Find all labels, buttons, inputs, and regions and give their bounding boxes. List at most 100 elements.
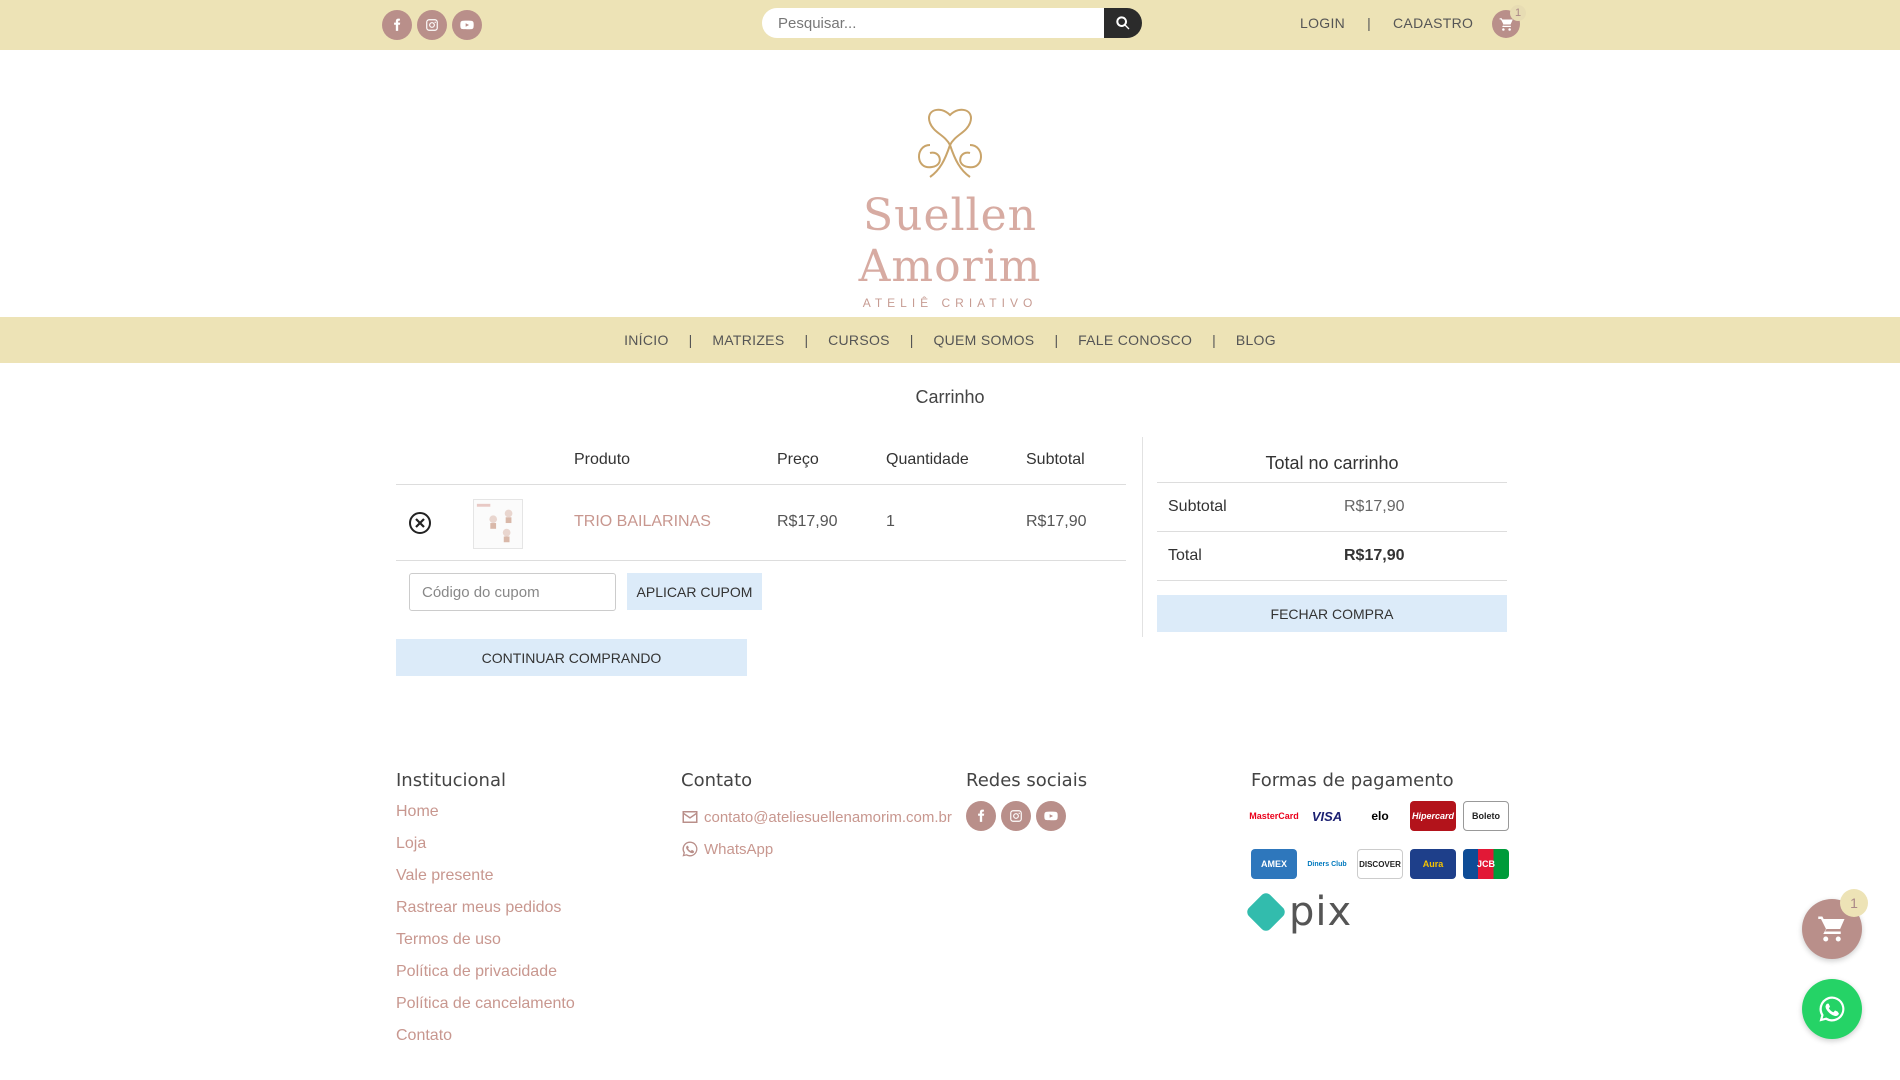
product-quantity[interactable]: 1 [886, 513, 895, 531]
product-subtotal: R$17,90 [1026, 513, 1087, 530]
column-divider [1142, 437, 1143, 637]
header-cart-count: 1 [1510, 5, 1526, 21]
cart-icon [1818, 916, 1845, 942]
header-cart-button[interactable]: 1 [1492, 5, 1526, 38]
footer-link-cancelamento[interactable]: Política de cancelamento [396, 993, 575, 1025]
contact-email-text: contato@ateliesuellenamorim.com.br [704, 808, 952, 826]
brand-name: Suellen Amorim [858, 190, 1042, 292]
visa-icon: VISA [1304, 801, 1350, 831]
footer-contact-title: Contato [681, 770, 753, 791]
header-social-links [382, 10, 482, 40]
facebook-icon[interactable] [966, 801, 996, 831]
floating-cart-count: 1 [1840, 889, 1868, 917]
brand-logo[interactable]: Suellen Amorim ATELIÊ CRIATIVO [780, 105, 1120, 310]
facebook-icon[interactable] [382, 10, 412, 40]
monogram-icon [918, 108, 982, 178]
login-link[interactable]: LOGIN [1300, 15, 1345, 31]
nav-separator: | [1212, 332, 1216, 348]
footer-payments: Formas de pagamento MasterCard VISA elo … [1244, 770, 1511, 935]
footer-link-vale-presente[interactable]: Vale presente [396, 865, 575, 897]
checkout-button[interactable]: FECHAR COMPRA [1157, 595, 1507, 632]
footer-link-contato[interactable]: Contato [396, 1025, 575, 1057]
footer-link-termos[interactable]: Termos de uso [396, 929, 575, 961]
register-link[interactable]: CADASTRO [1393, 15, 1473, 31]
instagram-icon[interactable] [417, 10, 447, 40]
coupon-input[interactable] [409, 573, 616, 611]
footer-link-privacidade[interactable]: Política de privacidade [396, 961, 575, 993]
elo-icon: elo [1357, 801, 1403, 831]
totals-subtotal-row: Subtotal R$17,90 [1157, 483, 1507, 532]
cart-table-header: Produto Preço Quantidade Subtotal [396, 437, 1126, 485]
totals-subtotal-label: Subtotal [1168, 498, 1227, 515]
header-quantity: Quantidade [886, 451, 969, 468]
top-bar: LOGIN | CADASTRO 1 [0, 0, 1900, 50]
boleto-icon: Boleto [1463, 801, 1509, 831]
cart-table: Produto Preço Quantidade Subtotal TRIO B… [396, 437, 1126, 561]
pix-logo: pix [1244, 889, 1511, 935]
totals-subtotal-value: R$17,90 [1344, 498, 1405, 515]
continue-shopping-button[interactable]: CONTINUAR COMPRANDO [396, 639, 747, 676]
nav-item-quem-somos[interactable]: QUEM SOMOS [933, 332, 1034, 348]
table-row: TRIO BAILARINAS R$17,90 1 R$17,90 [396, 485, 1126, 561]
nav-separator: | [804, 332, 809, 348]
mastercard-icon: MasterCard [1249, 801, 1299, 831]
apply-coupon-button[interactable]: APLICAR CUPOM [627, 573, 762, 610]
footer-institutional: Institucional Home Loja Vale presente Ra… [396, 770, 575, 1057]
envelope-icon [682, 811, 698, 823]
youtube-icon[interactable] [1036, 801, 1066, 831]
header-product: Produto [574, 451, 631, 468]
floating-whatsapp-button[interactable] [1802, 979, 1862, 1039]
diners-icon: Diners Club [1304, 849, 1350, 879]
discover-icon: DISCOVER [1357, 849, 1403, 879]
pix-text: pix [1289, 889, 1353, 935]
search-icon [1116, 16, 1130, 30]
cart-icon [1499, 17, 1513, 31]
nav-item-matrizes[interactable]: MATRIZES [712, 332, 784, 348]
nav-item-fale-conosco[interactable]: FALE CONOSCO [1078, 332, 1192, 348]
nav-separator: | [909, 332, 914, 348]
contact-email[interactable]: contato@ateliesuellenamorim.com.br [681, 801, 952, 833]
contact-whatsapp-text: WhatsApp [704, 840, 774, 858]
aura-icon: Aura [1410, 849, 1456, 879]
remove-item-icon[interactable] [408, 511, 432, 535]
instagram-icon[interactable] [1001, 801, 1031, 831]
footer-link-rastrear[interactable]: Rastrear meus pedidos [396, 897, 575, 929]
nav-item-cursos[interactable]: CURSOS [828, 332, 890, 348]
brand-tagline: ATELIÊ CRIATIVO [862, 296, 1038, 310]
search-input[interactable] [762, 8, 1104, 38]
footer-link-loja[interactable]: Loja [396, 833, 575, 865]
totals-total-row: Total R$17,90 [1157, 532, 1507, 581]
payment-methods: MasterCard VISA elo Hipercard Boleto AME… [1249, 801, 1511, 879]
header-price: Preço [777, 451, 819, 468]
nav-item-blog[interactable]: BLOG [1236, 332, 1276, 348]
hipercard-icon: Hipercard [1410, 801, 1456, 831]
footer-payments-title: Formas de pagamento [1251, 770, 1454, 791]
auth-separator: | [1367, 15, 1372, 31]
product-thumbnail[interactable] [473, 499, 523, 549]
product-price: R$17,90 [777, 513, 838, 530]
auth-links: LOGIN | CADASTRO [1300, 15, 1473, 31]
product-name-link[interactable]: TRIO BAILARINAS [574, 513, 711, 531]
nav-separator: | [1054, 332, 1059, 348]
footer-contact: Contato contato@ateliesuellenamorim.com.… [681, 770, 952, 865]
page-title: Carrinho [915, 387, 985, 407]
whatsapp-icon [682, 841, 698, 857]
pix-icon [1244, 890, 1288, 934]
cart-totals: Total no carrinho Subtotal R$17,90 Total… [1157, 437, 1507, 581]
totals-title: Total no carrinho [1157, 437, 1507, 483]
search-button[interactable] [1104, 8, 1142, 38]
footer-social-links [966, 801, 1087, 831]
floating-cart-button[interactable]: 1 [1802, 889, 1868, 959]
footer-link-home[interactable]: Home [396, 801, 575, 833]
search-bar [762, 8, 1142, 38]
contact-whatsapp[interactable]: WhatsApp [681, 833, 952, 865]
footer-institutional-title: Institucional [396, 770, 506, 791]
jcb-icon: JCB [1463, 849, 1509, 879]
totals-total-value: R$17,90 [1344, 547, 1405, 564]
main-nav: INÍCIO | MATRIZES | CURSOS | QUEM SOMOS … [0, 317, 1900, 363]
header-subtotal: Subtotal [1026, 451, 1085, 468]
product-image [476, 503, 513, 543]
whatsapp-icon [1819, 996, 1845, 1022]
nav-item-inicio[interactable]: INÍCIO [624, 332, 669, 348]
youtube-icon[interactable] [452, 10, 482, 40]
